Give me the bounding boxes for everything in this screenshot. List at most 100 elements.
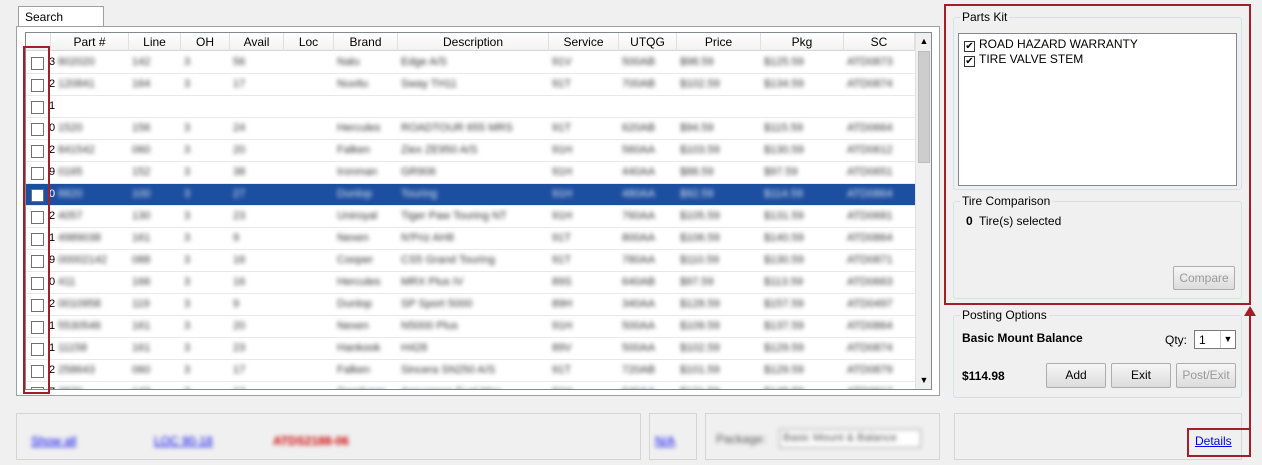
checkbox-checked-icon[interactable]: ✔ xyxy=(964,41,975,52)
column-header[interactable]: Description xyxy=(398,33,549,51)
table-cell: ATD0873 xyxy=(847,56,893,68)
table-cell: $125.59 xyxy=(764,56,804,68)
table-cell xyxy=(284,250,334,271)
exit-button[interactable]: Exit xyxy=(1111,363,1171,388)
table-cell: ATD0864 xyxy=(847,188,893,200)
table-cell: 17 xyxy=(233,78,246,90)
table-cell: 24 xyxy=(233,122,246,134)
column-header[interactable]: Brand xyxy=(334,33,398,51)
table-row[interactable]: 1 11158 161 3 23 Hankook H428 89V 500AA $102.59 $1… xyxy=(26,338,915,360)
table-cell: 3 xyxy=(181,382,230,389)
table-cell xyxy=(284,118,334,139)
column-header[interactable]: UTQG xyxy=(619,33,677,51)
table-cell: $134.59 xyxy=(764,78,804,90)
parts-kit-item[interactable]: ✔ TIRE VALVE STEM xyxy=(964,52,1083,67)
table-row[interactable]: 2 120841 164 3 17 Nuvitu Sway TH11 91T 700AB $102… xyxy=(26,74,915,96)
package-select[interactable]: Basic Mount & Balance xyxy=(779,429,921,448)
table-cell: $98.59 xyxy=(680,56,714,68)
table-row[interactable]: 2 4057 130 3 23 Uniroyal Tiger Paw Touring NT 9… xyxy=(26,206,915,228)
grid-header: Part # Line OH Avail Loc Brand Description Serv… xyxy=(26,33,915,51)
table-cell: 9 xyxy=(233,232,240,244)
arrow-up-icon xyxy=(1244,306,1256,316)
column-header[interactable]: Line xyxy=(129,33,181,51)
parts-kit-item[interactable]: ✔ ROAD HAZARD WARRANTY xyxy=(964,37,1138,52)
table-cell: ATD0663 xyxy=(847,276,893,288)
table-cell: Ziex ZE950 A/S xyxy=(401,144,478,156)
show-all-link[interactable]: Show all xyxy=(31,434,76,448)
scroll-down-icon[interactable]: ▼ xyxy=(916,372,931,389)
table-cell: 89V xyxy=(552,342,572,354)
table-row[interactable]: 2 841542 060 3 20 Falken Ziex ZE950 A/S 91H 560A… xyxy=(26,140,915,162)
compare-button[interactable]: Compare xyxy=(1173,266,1235,290)
parts-kit-item-label: TIRE VALVE STEM xyxy=(979,52,1084,66)
table-cell: Goodyear xyxy=(334,382,398,389)
table-cell: 161 xyxy=(132,320,151,332)
table-row[interactable]: 2 258643 060 3 17 Falken Sincera SN250 A/S 91T 7… xyxy=(26,360,915,382)
table-row[interactable]: 1 5530546 161 3 20 Nexen N5000 Plus 91H 500AA $10… xyxy=(26,316,915,338)
table-cell: Touring xyxy=(401,188,438,200)
table-cell: 3 xyxy=(184,342,191,354)
chevron-down-icon[interactable]: ▼ xyxy=(1220,331,1235,348)
table-cell: 91H xyxy=(549,382,619,389)
annotation-connector xyxy=(1249,315,1251,443)
table-cell xyxy=(284,74,334,95)
table-row[interactable]: 0 411 166 3 16 Hercules MRX Plus IV 89S 640AB $97… xyxy=(26,272,915,294)
table-cell: 0165 xyxy=(58,166,83,178)
post-exit-button[interactable]: Post/Exit xyxy=(1176,363,1236,388)
column-header[interactable]: Part # xyxy=(51,33,129,51)
column-header[interactable]: Avail xyxy=(230,33,284,51)
table-cell: Dunlop xyxy=(337,188,372,200)
tab-search-results[interactable]: Search Results xyxy=(18,6,104,38)
table-cell xyxy=(284,360,334,381)
table-row[interactable]: 9 00002142 088 3 16 Cooper CS5 Grand Touring 91… xyxy=(26,250,915,272)
table-cell: 20 xyxy=(233,144,246,156)
table-row[interactable]: 9 0165 152 3 38 Ironman GR906 91H 440AA $88.59 $97… xyxy=(26,162,915,184)
table-cell: Tiger Paw Touring NT xyxy=(401,210,507,222)
table-cell: Uniroyal xyxy=(337,210,378,222)
table-cell: 120841 xyxy=(58,78,95,90)
column-header[interactable]: SC xyxy=(844,33,915,51)
column-header[interactable]: Pkg xyxy=(761,33,844,51)
qty-select[interactable]: 1 ▼ xyxy=(1194,330,1236,349)
package-name: Basic Mount Balance xyxy=(962,331,1083,345)
table-cell: 500AB xyxy=(622,56,656,68)
add-button[interactable]: Add xyxy=(1046,363,1106,388)
table-cell: $94.59 xyxy=(680,122,714,134)
scroll-up-icon[interactable]: ▲ xyxy=(916,33,931,50)
column-header[interactable]: OH xyxy=(181,33,230,51)
table-row[interactable]: 0 8820 100 3 27 Dunlop Touring 91H 480AA $92.59 $1… xyxy=(26,184,915,206)
table-row[interactable]: 1 4989038 161 3 9 Nexen N'Priz AH8 91T 800AA $106… xyxy=(26,228,915,250)
small-link[interactable]: N/A xyxy=(655,434,675,448)
table-cell: 3 xyxy=(184,188,191,200)
table-cell: 156 xyxy=(132,122,151,134)
table-row[interactable]: 2 0010958 119 3 9 Dunlop SP Sport 5000 89H 340AA… xyxy=(26,294,915,316)
location-link[interactable]: LOC 90-18 xyxy=(154,434,213,448)
table-cell xyxy=(284,52,334,73)
table-cell: $140.59 xyxy=(764,232,804,244)
table-cell: 3 xyxy=(184,56,191,68)
table-cell: 161 xyxy=(132,232,151,244)
table-cell: $130.59 xyxy=(764,254,804,266)
column-header[interactable]: Service xyxy=(549,33,619,51)
table-row[interactable]: 1 xyxy=(26,96,915,118)
package-label: Package: xyxy=(716,432,767,446)
table-cell: 480AA xyxy=(622,188,656,200)
column-header[interactable]: Price xyxy=(677,33,761,51)
parts-kit-item-label: ROAD HAZARD WARRANTY xyxy=(979,37,1138,51)
checkbox-checked-icon[interactable]: ✔ xyxy=(964,56,975,67)
table-cell: Cooper xyxy=(337,254,374,266)
table-cell: $129.59 xyxy=(764,364,804,376)
table-cell: $129.59 xyxy=(764,342,804,354)
scrollbar-thumb[interactable] xyxy=(918,51,930,163)
column-header[interactable]: Loc xyxy=(284,33,334,51)
table-row[interactable]: 0 1520 156 3 24 Hercules ROADTOUR 655 MRS 91T 62… xyxy=(26,118,915,140)
table-cell: 3 xyxy=(184,144,191,156)
vertical-scrollbar[interactable]: ▲ ▼ xyxy=(915,33,931,389)
table-cell: 3 xyxy=(184,254,191,266)
table-cell: 800AA xyxy=(622,232,656,244)
table-cell: 3 xyxy=(184,78,191,90)
table-cell: Nexen xyxy=(337,320,369,332)
table-row[interactable]: 73820143312GoodyearAssurance Fuel Max91H… xyxy=(26,382,915,389)
table-row[interactable]: 3 802020 142 3 56 Nalu Edge A/S 91V 500AB $98.59 $… xyxy=(26,52,915,74)
table-cell: 00002142 xyxy=(58,254,107,266)
